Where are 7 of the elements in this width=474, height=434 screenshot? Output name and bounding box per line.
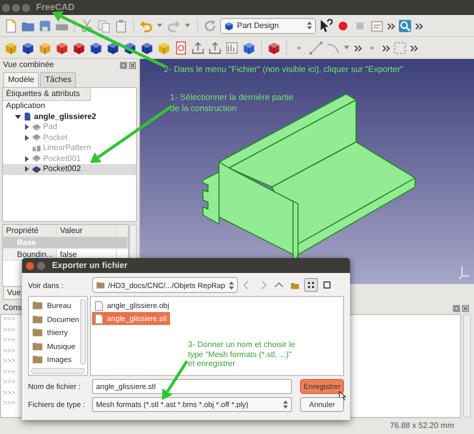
window-title: FreeCAD	[36, 2, 75, 13]
dimensions-text: 76.88 x 52.20 mm	[390, 421, 454, 431]
panel-title: Vue combinée	[3, 60, 55, 70]
dialog-title: Exporter un fichier	[52, 260, 128, 271]
annotation-text: 3- Donner un nom et choisir le type "Mesh formats (*.stl, ...)" et enregistrer	[188, 340, 296, 369]
panel-title: Cons	[3, 303, 22, 313]
column-header: Étiquettes & attributs	[3, 88, 91, 101]
